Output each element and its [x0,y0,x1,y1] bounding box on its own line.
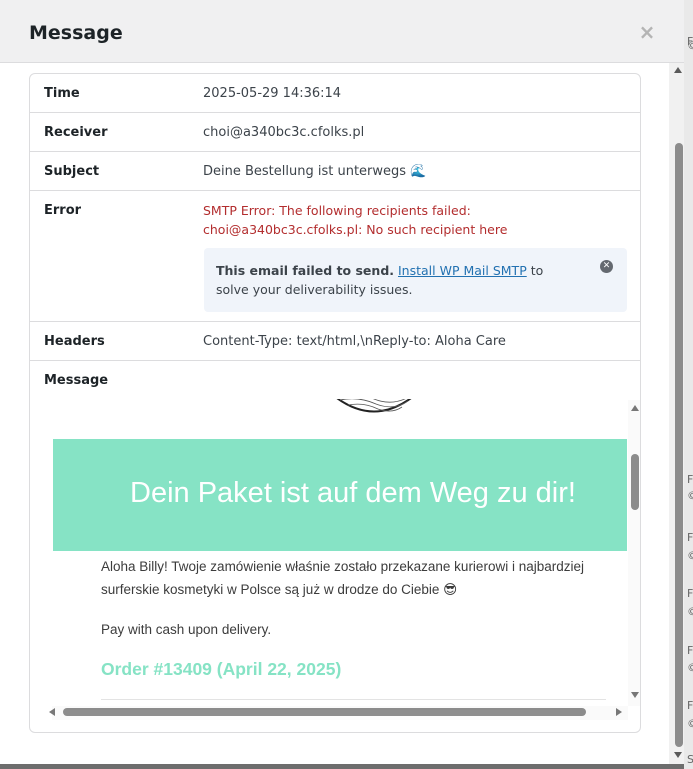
background-text-fragment: F [687,645,693,657]
divider [101,699,606,700]
background-text-fragment: © [687,606,693,618]
background-text-fragment: © [687,490,693,502]
detail-row-time: Time 2025-05-29 14:36:14 [30,74,640,113]
preview-vertical-scrollbar[interactable] [628,400,640,706]
background-text-fragment: F [687,700,693,712]
background-text-fragment: © [687,662,693,674]
preview-horizontal-scroll-thumb[interactable] [63,708,586,716]
scroll-left-arrow-icon[interactable] [49,708,55,716]
row-label: Time [44,86,80,101]
time-value: 2025-05-29 14:36:14 [203,86,342,101]
background-text-fragment: F [687,532,693,544]
background-text-fragment: © [687,40,693,52]
headers-value: Content-Type: text/html,\nReply-to: Aloh… [203,334,506,349]
receiver-value: choi@a340bc3c.cfolks.pl [203,125,365,140]
background-text-fragment: Sh [687,754,693,766]
email-preview-frame[interactable]: Dein Paket ist auf dem Weg zu dir! Aloha… [52,399,640,719]
detail-row-headers: Headers Content-Type: text/html,\nReply-… [30,322,640,361]
modal-title: Message [29,22,123,44]
scroll-up-arrow-icon[interactable] [631,405,639,411]
email-hero-banner: Dein Paket ist auf dem Weg zu dir! [53,439,627,551]
greeting-paragraph: Aloha Billy! Twoje zamówienie właśnie zo… [101,559,584,597]
row-label: Error [44,203,82,218]
install-wp-mail-smtp-link[interactable]: Install WP Mail SMTP [398,263,527,278]
email-details-table: Time 2025-05-29 14:36:14 Receiver choi@a… [29,73,641,733]
row-label: Headers [44,334,105,349]
background-text-fragment: F [687,474,693,486]
dismiss-notice-icon[interactable]: ✕ [600,260,613,273]
detail-row-receiver: Receiver choi@a340bc3c.cfolks.pl [30,113,640,152]
scroll-right-arrow-icon[interactable] [616,708,622,716]
row-label: Subject [44,164,100,179]
hero-title: Dein Paket ist auf dem Weg zu dir! [130,477,576,509]
message-modal: Message × Time 2025-05-29 14:36:14 Recei… [0,0,684,764]
close-icon[interactable]: × [637,21,657,43]
background-text-fragment: © [687,550,693,562]
background-text-fragment: © [687,718,693,730]
subject-value: Deine Bestellung ist unterwegs 🌊 [203,164,427,179]
notice-bold-text: This email failed to send. [216,263,395,278]
order-heading: Order #13409 (April 22, 2025) [101,659,342,679]
detail-row-subject: Subject Deine Bestellung ist unterwegs 🌊 [30,152,640,191]
payment-note: Pay with cash upon delivery. [101,622,272,637]
error-message: SMTP Error: The following recipients fai… [203,203,508,237]
brand-logo-icon [336,399,412,413]
notice-text: This email failed to send. Install WP Ma… [216,261,576,299]
detail-row-error: Error SMTP Error: The following recipien… [30,191,640,322]
modal-scroll-thumb[interactable] [675,143,683,747]
modal-header: Message × [0,0,684,63]
background-text-fragment: F [687,588,693,600]
smtp-notice: This email failed to send. Install WP Ma… [204,248,627,312]
row-label: Receiver [44,125,108,140]
scroll-down-arrow-icon[interactable] [674,752,682,758]
preview-vertical-scroll-thumb[interactable] [631,454,639,510]
scroll-down-arrow-icon[interactable] [631,692,639,698]
row-label: Message [44,373,109,388]
scroll-up-arrow-icon[interactable] [674,67,682,73]
